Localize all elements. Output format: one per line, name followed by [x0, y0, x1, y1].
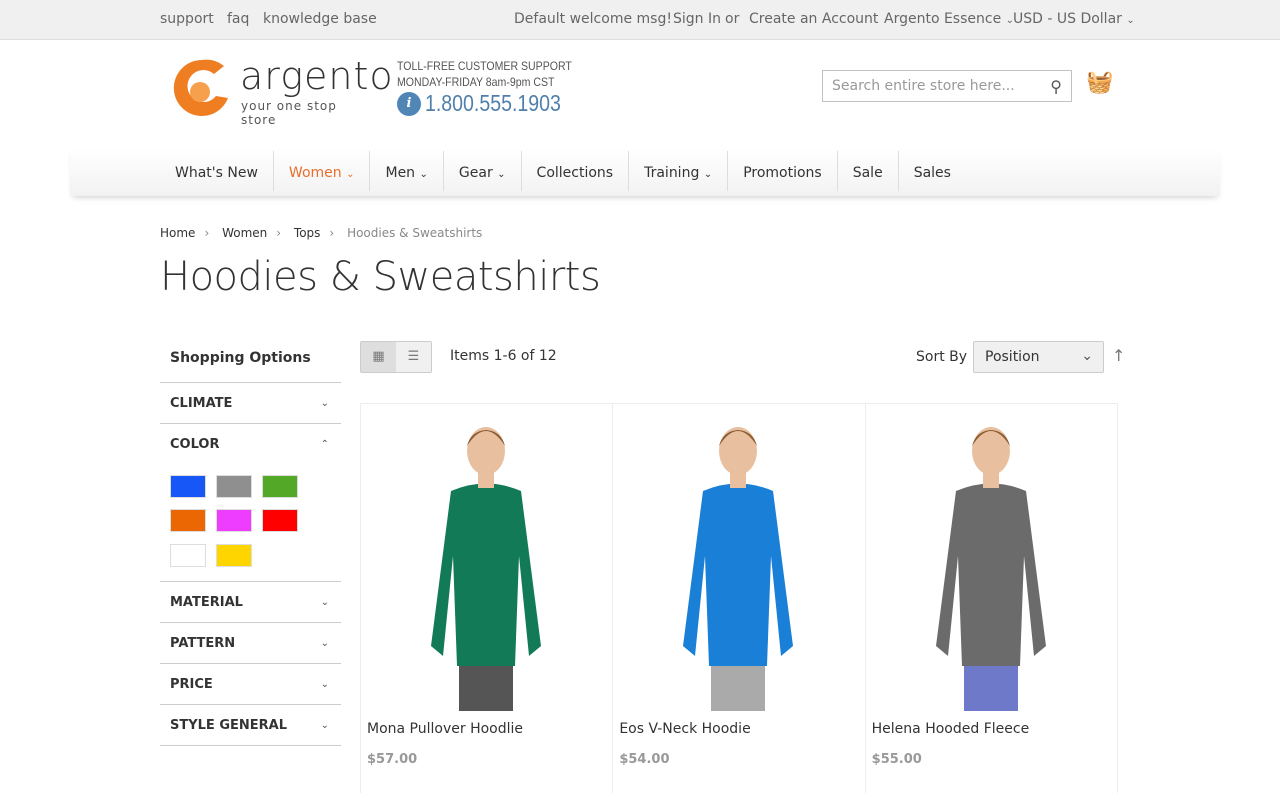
nav-women[interactable]: Women ⌄ [274, 151, 371, 191]
list-view-icon[interactable]: ☰ [396, 342, 431, 372]
search-input[interactable]: Search entire store here... ⚲ [822, 70, 1072, 102]
shopping-options-title: Shopping Options [160, 340, 341, 383]
filter-color[interactable]: COLOR ⌃ [160, 424, 341, 465]
support-link[interactable]: support [160, 11, 214, 27]
chevron-up-icon: ⌃ [320, 439, 329, 450]
breadcrumb-tops[interactable]: Tops [294, 226, 321, 240]
or-text: or [725, 11, 740, 27]
nav-training[interactable]: Training ⌄ [629, 151, 729, 191]
sign-in-link[interactable]: Sign In [673, 11, 721, 27]
nav-gear[interactable]: Gear ⌄ [444, 151, 522, 191]
create-account-link[interactable]: Create an Account [749, 11, 878, 27]
chevron-down-icon: ⌄ [1081, 348, 1093, 364]
sort-direction-icon[interactable]: ↑ [1112, 346, 1125, 365]
view-mode-switcher: ▦ ☰ [360, 341, 432, 373]
chevron-down-icon: ⌄ [320, 720, 329, 731]
nav-sales[interactable]: Sales [899, 151, 966, 191]
color-swatch[interactable] [216, 509, 252, 533]
search-icon[interactable]: ⚲ [1050, 77, 1062, 96]
store-label: Argento Essence [884, 11, 1002, 27]
product-image[interactable] [663, 416, 813, 711]
chevron-down-icon: ⌄ [320, 638, 329, 649]
cart-icon[interactable]: 🧺 [1086, 70, 1113, 95]
product-card[interactable]: Mona Pullover Hoodlie $57.00 [361, 404, 614, 793]
faq-link[interactable]: faq [227, 11, 249, 27]
product-grid: Mona Pullover Hoodlie $57.00 Eos V-Neck … [360, 403, 1118, 793]
filter-material[interactable]: MATERIAL ⌄ [160, 582, 341, 623]
chevron-down-icon: ⌄ [703, 169, 713, 180]
support-hours: TOLL-FREE CUSTOMER SUPPORT MONDAY-FRIDAY… [397, 58, 572, 90]
support-phone: i 1.800.555.1903 [397, 90, 585, 117]
product-price: $54.00 [619, 752, 670, 767]
color-swatch[interactable] [262, 509, 298, 533]
product-name[interactable]: Mona Pullover Hoodlie [367, 721, 523, 737]
color-swatch[interactable] [170, 475, 206, 498]
sidebar-filters: Shopping Options CLIMATE ⌄ COLOR ⌃ MATERIA… [160, 340, 341, 746]
product-name[interactable]: Eos V-Neck Hoodie [619, 721, 750, 737]
chevron-down-icon: ⌄ [1126, 15, 1135, 26]
toolbar: ▦ ☰ Items 1-6 of 12 Sort By Position ⌄ ↑ [360, 341, 1125, 373]
color-swatches [160, 465, 341, 582]
support-line: TOLL-FREE CUSTOMER SUPPORT [397, 59, 572, 73]
filter-climate[interactable]: CLIMATE ⌄ [160, 383, 341, 424]
product-image[interactable] [916, 416, 1066, 711]
main-nav: What's New Women ⌄ Men ⌄ Gear ⌄ Collecti… [70, 148, 1220, 196]
breadcrumb-home[interactable]: Home [160, 226, 195, 240]
page-title: Hoodies & Sweatshirts [160, 254, 601, 300]
nav-men[interactable]: Men ⌄ [370, 151, 444, 191]
chevron-down-icon: ⌄ [346, 169, 355, 180]
product-price: $57.00 [367, 752, 418, 767]
product-card[interactable]: Eos V-Neck Hoodie $54.00 [613, 404, 866, 793]
breadcrumb-women[interactable]: Women [222, 226, 267, 240]
phone-number: 1.800.555.1903 [425, 90, 561, 116]
store-switcher[interactable]: Argento Essence ⌄ [884, 11, 1014, 27]
product-price: $55.00 [871, 752, 922, 767]
logo[interactable]: argento your one stop store [170, 54, 393, 127]
color-swatch[interactable] [262, 475, 298, 498]
currency-switcher[interactable]: USD - US Dollar ⌄ [1013, 11, 1135, 27]
chevron-down-icon: ⌄ [320, 679, 329, 690]
nav-whats-new[interactable]: What's New [160, 151, 274, 191]
knowledge-base-link[interactable]: knowledge base [263, 11, 377, 27]
grid-view-icon[interactable]: ▦ [361, 342, 396, 372]
sort-label: Sort By [916, 349, 968, 365]
welcome-message: Default welcome msg! [514, 11, 672, 27]
color-swatch[interactable] [170, 543, 206, 567]
product-card[interactable]: Helena Hooded Fleece $55.00 [866, 404, 1117, 793]
breadcrumb: Home › Women › Tops › Hoodies & Sweatshirts [160, 226, 483, 240]
info-icon: i [397, 91, 421, 116]
filter-style-general[interactable]: STYLE GENERAL ⌄ [160, 705, 341, 746]
nav-promotions[interactable]: Promotions [728, 151, 838, 191]
chevron-down-icon: ⌄ [320, 398, 329, 409]
currency-label: USD - US Dollar [1013, 11, 1122, 27]
logo-text: argento [240, 54, 394, 98]
chevron-down-icon: ⌄ [320, 597, 329, 608]
filter-price[interactable]: PRICE ⌄ [160, 664, 341, 705]
color-swatch[interactable] [216, 475, 252, 498]
nav-collections[interactable]: Collections [522, 151, 630, 191]
filter-pattern[interactable]: PATTERN ⌄ [160, 623, 341, 664]
logo-tagline: your one stop store [241, 99, 337, 127]
product-name[interactable]: Helena Hooded Fleece [872, 721, 1030, 737]
search-placeholder: Search entire store here... [832, 78, 1015, 94]
chevron-down-icon: ⌄ [497, 169, 506, 180]
items-count: Items 1-6 of 12 [450, 348, 557, 364]
sort-select[interactable]: Position ⌄ [973, 341, 1104, 373]
logo-icon [173, 59, 228, 116]
support-line: MONDAY-FRIDAY 8am-9pm CST [397, 75, 555, 89]
nav-sale[interactable]: Sale [838, 151, 899, 191]
header: argento your one stop store TOLL-FREE CU… [0, 40, 1280, 148]
color-swatch[interactable] [170, 509, 206, 533]
product-image[interactable] [411, 416, 561, 711]
top-bar: support faq knowledge base Default welco… [0, 0, 1280, 40]
color-swatch[interactable] [216, 543, 252, 567]
chevron-down-icon: ⌄ [419, 169, 428, 180]
breadcrumb-current: Hoodies & Sweatshirts [347, 226, 483, 240]
